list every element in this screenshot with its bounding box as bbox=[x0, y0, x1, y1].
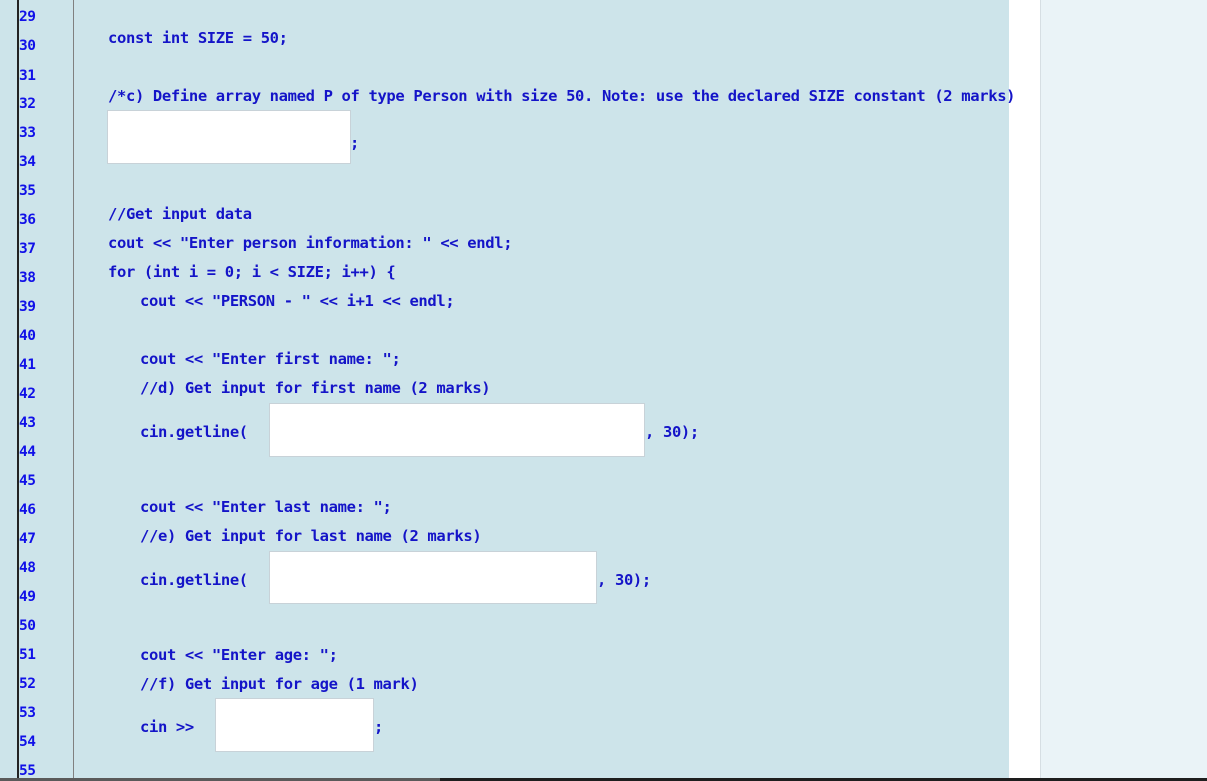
question-f-prefix: cin >> bbox=[140, 718, 194, 736]
line-number: 53 bbox=[19, 705, 36, 721]
question-f-comment: //f) Get input for age (1 mark) bbox=[140, 675, 419, 693]
line-number: 39 bbox=[19, 299, 36, 315]
answer-c-input[interactable] bbox=[107, 110, 351, 164]
line-number: 35 bbox=[19, 183, 36, 199]
line-number: 46 bbox=[19, 502, 36, 518]
question-c-suffix: ; bbox=[350, 134, 359, 152]
line-number: 36 bbox=[19, 212, 36, 228]
question-e-suffix: , 30); bbox=[597, 571, 651, 589]
line-number: 30 bbox=[19, 38, 36, 54]
line-number: 40 bbox=[19, 328, 36, 344]
code-line-cout-last-name: cout << "Enter last name: "; bbox=[140, 498, 392, 516]
line-number: 54 bbox=[19, 734, 36, 750]
code-line-for-loop: for (int i = 0; i < SIZE; i++) { bbox=[108, 263, 396, 281]
question-c-comment: /*c) Define array named P of type Person… bbox=[108, 87, 1016, 105]
question-d-comment: //d) Get input for first name (2 marks) bbox=[140, 379, 491, 397]
line-number: 44 bbox=[19, 444, 36, 460]
line-number: 38 bbox=[19, 270, 36, 286]
line-number: 32 bbox=[19, 96, 36, 112]
question-d-suffix: , 30); bbox=[645, 423, 699, 441]
line-number: 42 bbox=[19, 386, 36, 402]
panel-divider bbox=[1040, 0, 1041, 778]
line-number: 41 bbox=[19, 357, 36, 373]
code-line-cout-first-name: cout << "Enter first name: "; bbox=[140, 350, 401, 368]
code-line-cout-age: cout << "Enter age: "; bbox=[140, 646, 338, 664]
line-number: 52 bbox=[19, 676, 36, 692]
line-number: 48 bbox=[19, 560, 36, 576]
line-number: 43 bbox=[19, 415, 36, 431]
line-number: 31 bbox=[19, 68, 36, 84]
gutter-right-border bbox=[73, 0, 74, 778]
code-line-cout-enter-person: cout << "Enter person information: " << … bbox=[108, 234, 513, 252]
line-number: 50 bbox=[19, 618, 36, 634]
line-number: 37 bbox=[19, 241, 36, 257]
line-number: 34 bbox=[19, 154, 36, 170]
answer-d-input[interactable] bbox=[269, 403, 645, 457]
line-number: 47 bbox=[19, 531, 36, 547]
line-number: 33 bbox=[19, 125, 36, 141]
line-number: 51 bbox=[19, 647, 36, 663]
code-line-cout-person-index: cout << "PERSON - " << i+1 << endl; bbox=[140, 292, 455, 310]
line-number: 49 bbox=[19, 589, 36, 605]
question-f-suffix: ; bbox=[374, 718, 383, 736]
line-number: 45 bbox=[19, 473, 36, 489]
editor-margin bbox=[1009, 0, 1040, 778]
question-e-prefix: cin.getline( bbox=[140, 571, 248, 589]
answer-f-input[interactable] bbox=[215, 698, 374, 752]
line-number: 29 bbox=[19, 9, 36, 25]
answer-e-input[interactable] bbox=[269, 551, 597, 604]
code-line-get-input-comment: //Get input data bbox=[108, 205, 252, 223]
question-d-prefix: cin.getline( bbox=[140, 423, 248, 441]
question-e-comment: //e) Get input for last name (2 marks) bbox=[140, 527, 482, 545]
code-line-const-size: const int SIZE = 50; bbox=[108, 29, 288, 47]
